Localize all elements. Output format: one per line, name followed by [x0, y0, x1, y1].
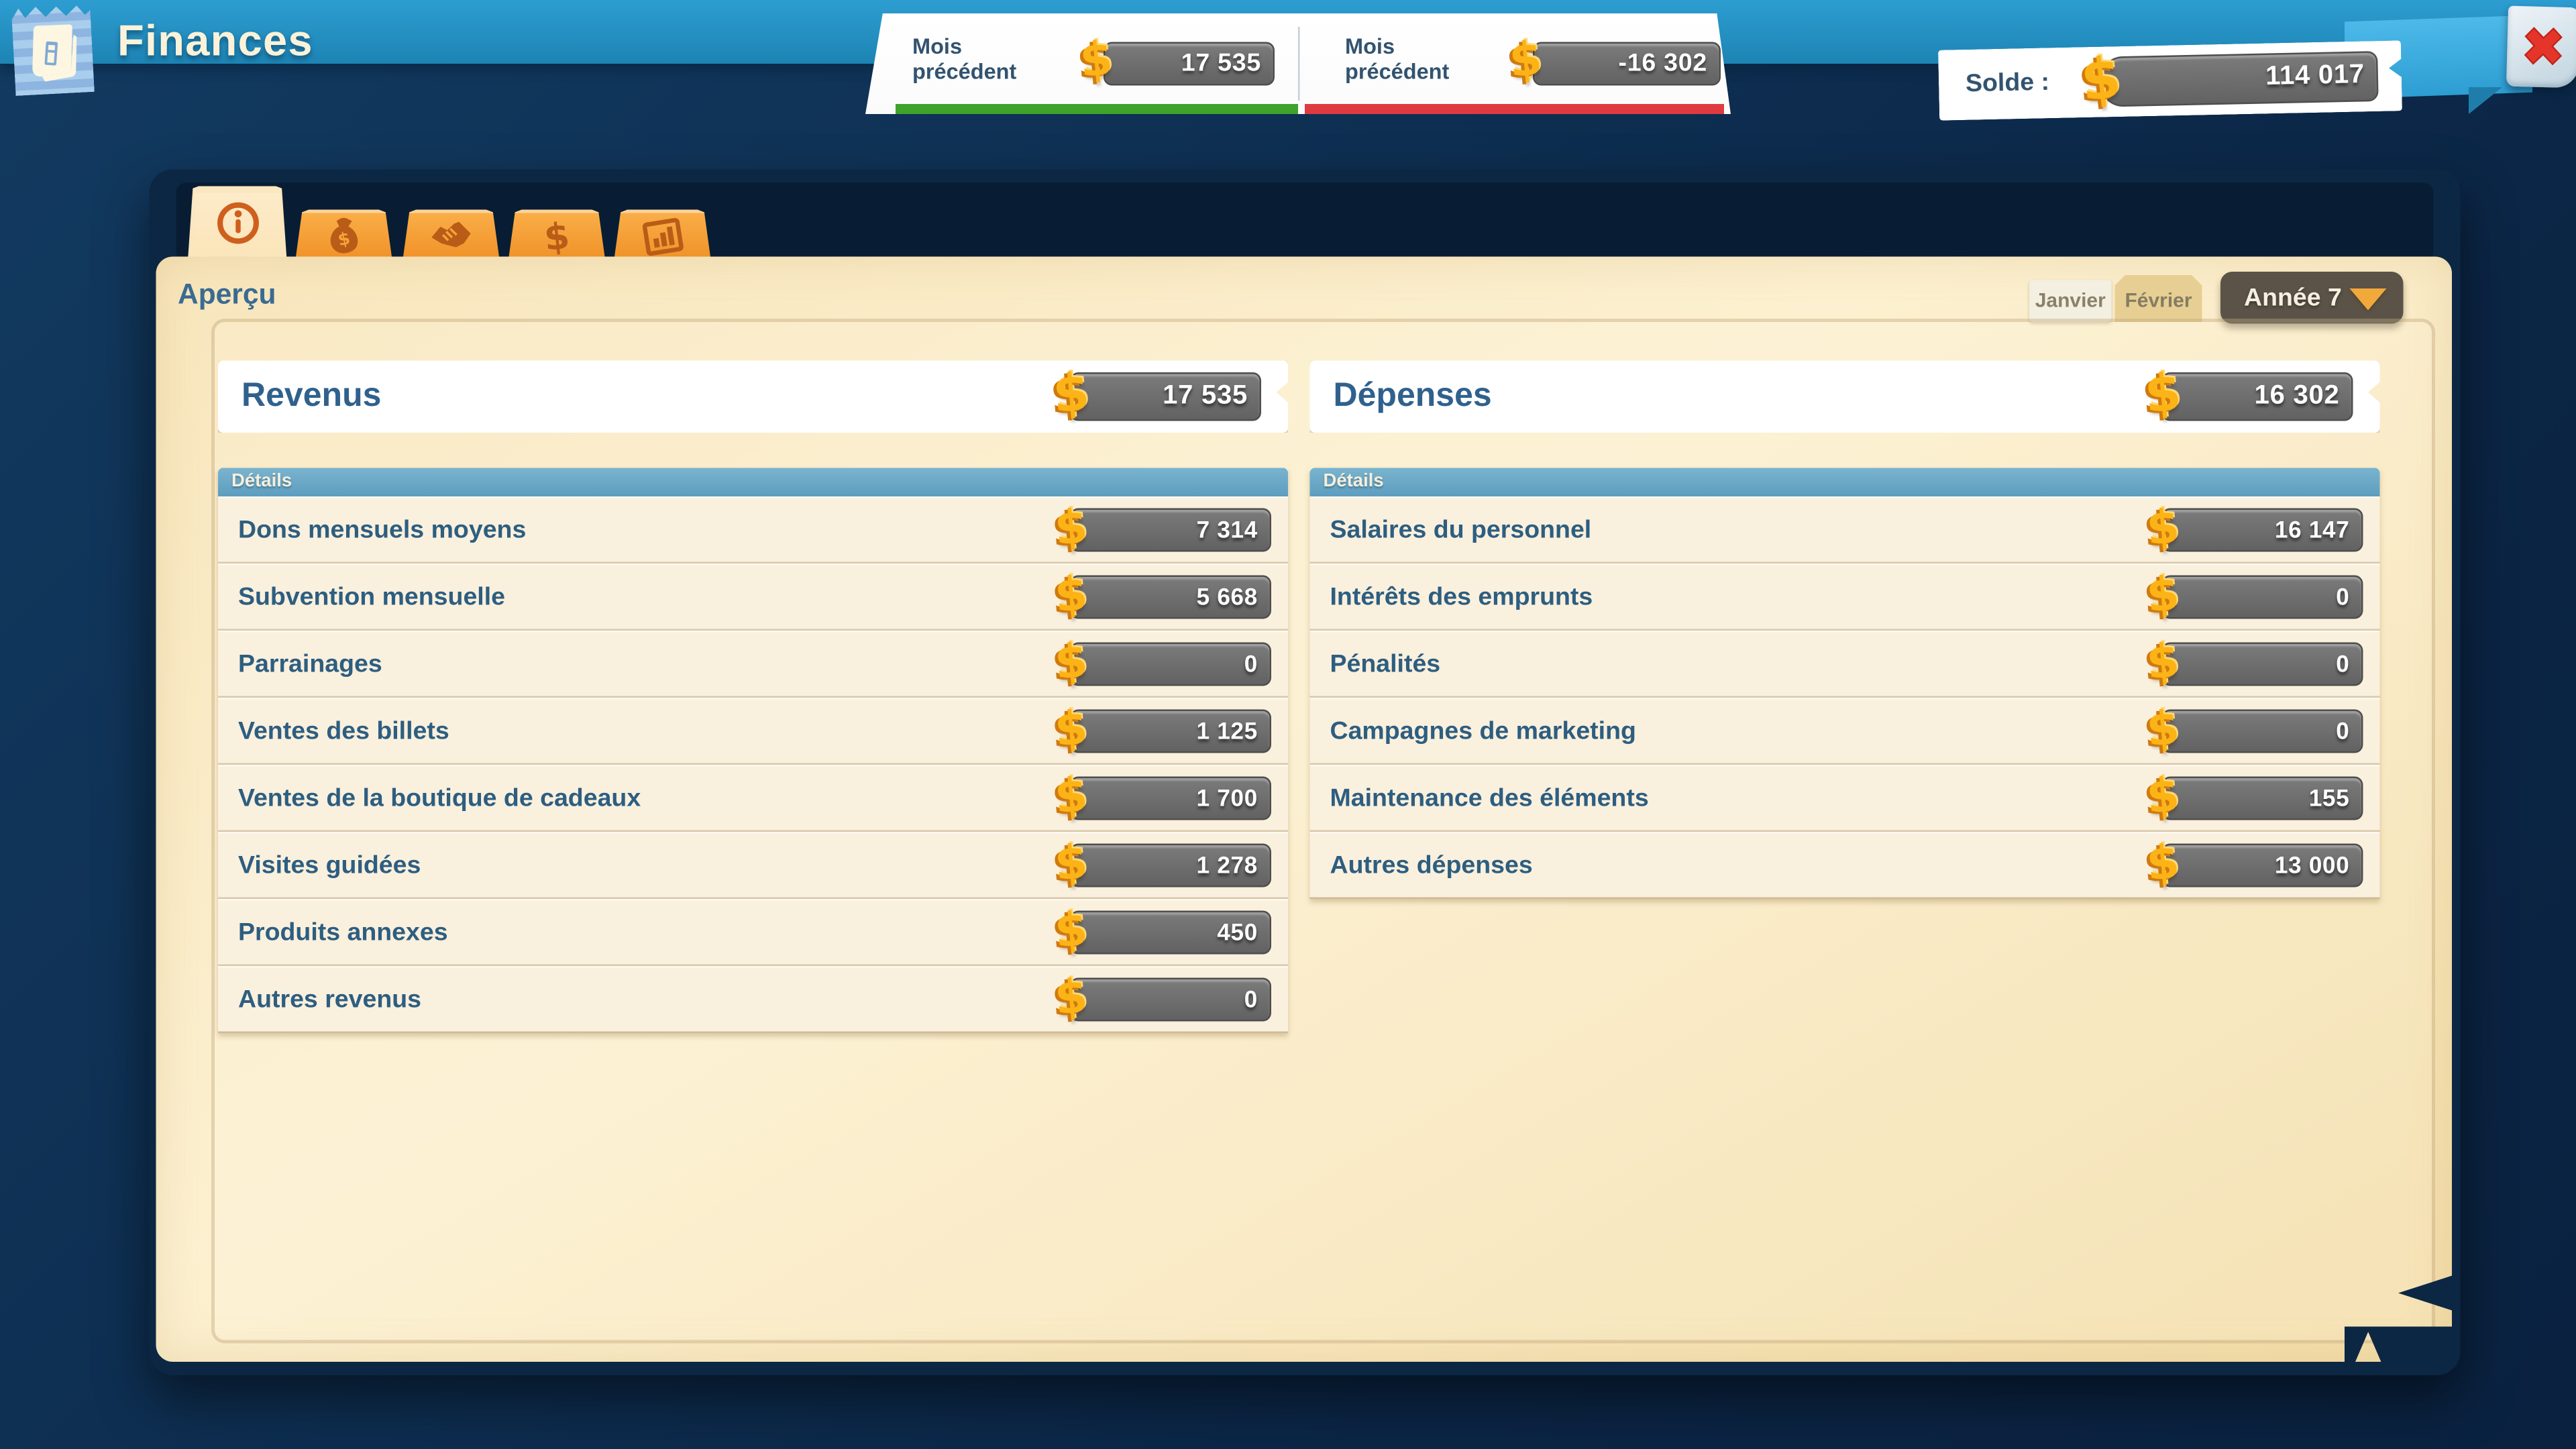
dollar-icon: $: [1051, 368, 1091, 423]
dollar-icon: $: [1053, 571, 1090, 621]
dollar-icon: $: [2078, 50, 2124, 111]
table-row: Autres dépenses $13 000: [1310, 832, 2380, 899]
table-row: Salaires du personnel $16 147: [1310, 496, 2380, 564]
dollar-icon: $: [1053, 705, 1090, 755]
dollar-icon: $: [2145, 839, 2182, 889]
details-header: Détails: [1310, 468, 2380, 497]
expense-indicator-bar: [1305, 104, 1724, 114]
balance-label: Solde :: [1965, 48, 2050, 120]
expenses-title: Dépenses: [1334, 376, 1492, 415]
expenses-header-card: Dépenses $ 16 302: [1310, 361, 2380, 433]
dollar-icon: $: [1053, 638, 1090, 688]
year-dropdown[interactable]: Année 7: [2220, 272, 2404, 324]
details-header: Détails: [218, 468, 1288, 497]
prev-income-label: Mois précédent: [912, 36, 1016, 85]
dollar-icon: $: [1053, 504, 1090, 553]
table-row: Pénalités $0: [1310, 631, 2380, 698]
torn-corner-decoration: [2398, 1275, 2455, 1311]
dollar-icon: $: [1053, 906, 1090, 956]
tab-deals[interactable]: [402, 210, 500, 262]
income-total-pill: $ 17 535: [1070, 372, 1261, 421]
dollar-icon: $: [2145, 772, 2182, 822]
prev-expense-label: Mois précédent: [1345, 36, 1449, 85]
dollar-icon: $: [1078, 36, 1115, 85]
dollar-icon: $: [535, 214, 579, 258]
expenses-details-table: Détails Salaires du personnel $16 147 In…: [1310, 468, 2380, 900]
dollar-icon: $: [1053, 973, 1090, 1023]
dollar-icon: $: [1053, 839, 1090, 889]
prev-income-value-pill: 17 535: [1104, 42, 1275, 86]
table-row: Visites guidées $1 278: [218, 832, 1288, 899]
table-row: Intérêts des emprunts $0: [1310, 564, 2380, 631]
table-row: Autres revenus $0: [218, 966, 1288, 1033]
table-row: Ventes des billets $1 125: [218, 698, 1288, 765]
table-row: Campagnes de marketing $0: [1310, 698, 2380, 765]
panel-title: Aperçu: [178, 278, 276, 312]
tab-finance[interactable]: $: [508, 210, 606, 262]
finances-screen: Finances Mois précédent $ 17 535 Mois pr…: [0, 0, 2576, 1449]
table-row: Ventes de la boutique de cadeaux $1 700: [218, 765, 1288, 832]
expenses-total-pill: $ 16 302: [2162, 372, 2353, 421]
bar-chart-icon: [640, 213, 686, 259]
balance-value-pill: $ 114 017: [2099, 51, 2378, 107]
dollar-icon: $: [1507, 36, 1544, 85]
income-indicator-bar: [896, 104, 1298, 114]
tab-stats[interactable]: [614, 210, 711, 262]
table-row: Parrainages $0: [218, 631, 1288, 698]
dollar-icon: $: [2143, 368, 2183, 423]
dollar-icon: $: [2145, 571, 2182, 621]
table-row: Produits annexes $450: [218, 899, 1288, 966]
tab-donations[interactable]: $: [295, 210, 392, 262]
month-tab-fevrier[interactable]: Février: [2115, 275, 2202, 322]
income-details-table: Détails Dons mensuels moyens $7 314 Subv…: [218, 468, 1288, 1034]
svg-text:$: $: [542, 214, 572, 258]
dollar-icon: $: [2145, 705, 2182, 755]
dollar-icon: $: [2145, 504, 2182, 553]
close-button[interactable]: [2506, 6, 2576, 89]
table-row: Maintenance des éléments $155: [1310, 765, 2380, 832]
ribbon-fold: [2469, 87, 2502, 114]
handshake-icon: [428, 212, 475, 259]
info-icon: [212, 198, 262, 248]
previous-month-summary: Mois précédent $ 17 535 Mois précédent $…: [865, 13, 1731, 114]
finances-ledger-icon: [11, 3, 95, 96]
close-icon: [2518, 21, 2568, 71]
page-title: Finances: [117, 15, 313, 68]
month-tab-janvier[interactable]: Janvier: [2029, 280, 2112, 323]
balance-panel: Solde : $ 114 017: [1938, 40, 2402, 120]
income-header-card: Revenus $ 17 535: [218, 361, 1288, 433]
divider: [1298, 27, 1300, 101]
dollar-icon: $: [1053, 772, 1090, 822]
prev-expense-value-pill: -16 302: [1533, 42, 1721, 86]
tab-overview[interactable]: [188, 186, 287, 260]
dollar-icon: $: [2145, 638, 2182, 688]
money-bag-icon: $: [322, 214, 366, 258]
income-title: Revenus: [241, 376, 381, 415]
table-row: Dons mensuels moyens $7 314: [218, 496, 1288, 564]
table-row: Subvention mensuelle $5 668: [218, 564, 1288, 631]
chevron-down-icon: [2350, 288, 2387, 311]
overview-panel: Aperçu Janvier Février Année 7 Revenus $…: [156, 257, 2453, 1362]
